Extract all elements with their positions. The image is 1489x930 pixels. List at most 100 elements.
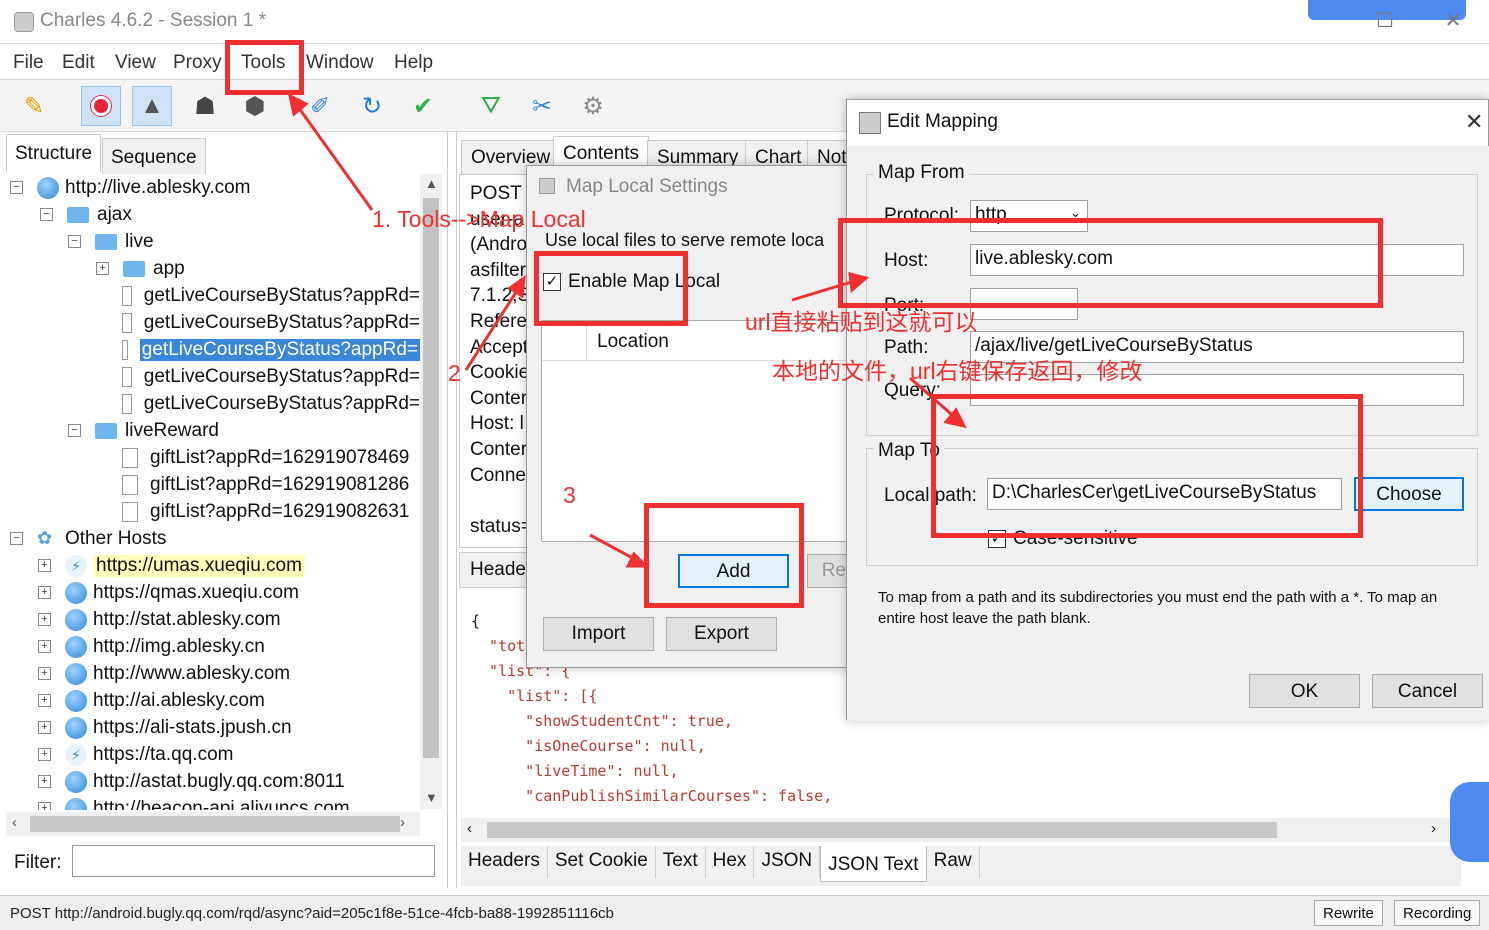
tree-row[interactable]: + app bbox=[10, 255, 420, 282]
tree-row[interactable]: − http://live.ablesky.com bbox=[10, 174, 420, 201]
menu-file[interactable]: File bbox=[13, 52, 44, 74]
scroll-left-icon[interactable]: ‹ bbox=[467, 820, 472, 837]
tree-row[interactable]: − ajax bbox=[10, 201, 420, 228]
tab-sequence[interactable]: Sequence bbox=[102, 138, 206, 174]
scroll-thumb[interactable] bbox=[30, 816, 400, 832]
close-icon[interactable]: ✕ bbox=[1465, 109, 1483, 135]
tree-row[interactable]: + https://ali-stats.jpush.cn bbox=[10, 714, 420, 741]
tree-row[interactable]: giftList?appRd=162919078469 bbox=[10, 444, 420, 471]
tab-hex[interactable]: Hex bbox=[706, 846, 755, 878]
tree-row-selected[interactable]: getLiveCourseByStatus?appRd= bbox=[10, 336, 420, 363]
map-local-description: Use local files to serve remote loca bbox=[545, 230, 825, 250]
tree-row[interactable]: giftList?appRd=162919081286 bbox=[10, 471, 420, 498]
scroll-right-icon[interactable]: › bbox=[1431, 820, 1436, 837]
expand-icon[interactable]: + bbox=[38, 613, 51, 626]
collapse-icon[interactable]: − bbox=[68, 235, 81, 248]
rewrite-button[interactable]: Rewrite bbox=[1314, 900, 1383, 926]
tab-json[interactable]: JSON bbox=[754, 846, 821, 878]
refresh-icon[interactable]: ↻ bbox=[352, 86, 392, 126]
tree-row[interactable]: − ✿ Other Hosts bbox=[10, 525, 420, 552]
tree-vertical-scrollbar[interactable]: ▲ ▼ bbox=[420, 174, 442, 809]
tab-set-cookie[interactable]: Set Cookie bbox=[548, 846, 656, 878]
scroll-left-icon[interactable]: ‹ bbox=[12, 814, 17, 831]
folder-icon bbox=[95, 422, 117, 439]
maximize-icon[interactable]: ☐ bbox=[1370, 8, 1400, 34]
tree-row[interactable]: + http://www.ablesky.com bbox=[10, 660, 420, 687]
scroll-right-icon[interactable]: › bbox=[400, 814, 405, 831]
settings-icon[interactable]: ⚙ bbox=[573, 86, 613, 126]
scroll-up-icon[interactable]: ▲ bbox=[425, 176, 438, 191]
expand-icon[interactable]: + bbox=[38, 748, 51, 761]
pen-icon[interactable]: ✐ bbox=[300, 86, 340, 126]
globe-icon bbox=[65, 797, 87, 810]
check-icon[interactable]: ✔ bbox=[403, 86, 443, 126]
filter-input[interactable] bbox=[72, 845, 435, 877]
tree-row[interactable]: + https://qmas.xueqiu.com bbox=[10, 579, 420, 606]
scroll-thumb[interactable] bbox=[423, 198, 439, 758]
tree-label: app bbox=[153, 257, 185, 279]
cancel-button[interactable]: Cancel bbox=[1372, 674, 1483, 708]
tree-row[interactable]: giftList?appRd=162919082631 bbox=[10, 498, 420, 525]
expand-icon[interactable]: + bbox=[38, 559, 51, 572]
expand-icon[interactable]: + bbox=[38, 640, 51, 653]
floating-assistant-icon[interactable] bbox=[1450, 782, 1489, 862]
tab-structure[interactable]: Structure bbox=[6, 134, 102, 172]
tree-row[interactable]: + ⚡ https://ta.qq.com bbox=[10, 741, 420, 768]
scroll-down-icon[interactable]: ▼ bbox=[425, 790, 438, 805]
expand-icon[interactable]: + bbox=[38, 586, 51, 599]
import-button[interactable]: Import bbox=[543, 617, 654, 651]
tools-icon[interactable]: ✂ bbox=[522, 86, 562, 126]
expand-icon[interactable]: + bbox=[38, 667, 51, 680]
menu-window[interactable]: Window bbox=[306, 52, 374, 74]
expand-icon[interactable]: + bbox=[38, 802, 51, 810]
collapse-icon[interactable]: − bbox=[40, 208, 53, 221]
column-location[interactable]: Location bbox=[597, 331, 669, 353]
export-button[interactable]: Export bbox=[666, 617, 777, 651]
tree-row[interactable]: + http://ai.ablesky.com bbox=[10, 687, 420, 714]
tree-row[interactable]: + http://img.ablesky.cn bbox=[10, 633, 420, 660]
expand-icon[interactable]: + bbox=[38, 694, 51, 707]
status-bar: POST http://android.bugly.qq.com/rqd/asy… bbox=[0, 895, 1489, 930]
collapse-icon[interactable]: − bbox=[10, 532, 23, 545]
annotation-step3: 3 bbox=[563, 482, 576, 508]
tree-horizontal-scrollbar[interactable]: ‹ › bbox=[6, 812, 420, 836]
highlight-local-path bbox=[931, 394, 1363, 538]
json-horizontal-scrollbar[interactable]: ‹ › bbox=[461, 818, 1451, 842]
menu-view[interactable]: View bbox=[115, 52, 156, 74]
collapse-icon[interactable]: − bbox=[68, 424, 81, 437]
menu-help[interactable]: Help bbox=[394, 52, 433, 74]
choose-button[interactable]: Choose bbox=[1354, 477, 1464, 511]
expand-icon[interactable]: + bbox=[38, 775, 51, 788]
response-tabs: Headers Set Cookie Text Hex JSON JSON Te… bbox=[461, 846, 1461, 886]
recording-button[interactable]: Recording bbox=[1394, 900, 1481, 926]
tree-row[interactable]: getLiveCourseByStatus?appRd= bbox=[10, 309, 420, 336]
tree-row[interactable]: − live bbox=[10, 228, 420, 255]
expand-icon[interactable]: + bbox=[96, 262, 109, 275]
title-bar: Charles 4.6.2 - Session 1 * ☐ ✕ bbox=[0, 0, 1489, 44]
collapse-icon[interactable]: − bbox=[10, 181, 23, 194]
tree-row[interactable]: − liveReward bbox=[10, 417, 420, 444]
tab-json-text[interactable]: JSON Text bbox=[820, 846, 927, 882]
tree-row[interactable]: getLiveCourseByStatus?appRd= bbox=[10, 363, 420, 390]
expand-icon[interactable]: + bbox=[38, 721, 51, 734]
tab-raw[interactable]: Raw bbox=[927, 846, 980, 878]
record-icon[interactable] bbox=[81, 86, 121, 126]
close-icon[interactable]: ✕ bbox=[1438, 8, 1468, 34]
turtle-icon[interactable]: ☗ bbox=[185, 86, 225, 126]
tree-row[interactable]: + ⚡ https://umas.xueqiu.com bbox=[10, 552, 420, 579]
tree-row[interactable]: getLiveCourseByStatus?appRd= bbox=[10, 390, 420, 417]
tree-row[interactable]: + http://astat.bugly.qq.com:8011 bbox=[10, 768, 420, 795]
tab-headers[interactable]: Headers bbox=[461, 846, 548, 878]
throttle-icon[interactable]: ▲ bbox=[132, 86, 172, 126]
column-divider bbox=[586, 321, 587, 361]
tree-row[interactable]: + http://stat.ablesky.com bbox=[10, 606, 420, 633]
ok-button[interactable]: OK bbox=[1249, 674, 1360, 708]
tree-row[interactable]: + http://beacon-api.aliyuncs.com bbox=[10, 795, 420, 810]
broom-icon[interactable]: ✎ bbox=[14, 86, 54, 126]
tree-row[interactable]: getLiveCourseByStatus?appRd= bbox=[10, 282, 420, 309]
tab-text[interactable]: Text bbox=[656, 846, 706, 878]
menu-edit[interactable]: Edit bbox=[62, 52, 95, 74]
basket-icon[interactable]: ⛛ bbox=[471, 86, 511, 126]
scroll-thumb[interactable] bbox=[487, 822, 1277, 838]
menu-proxy[interactable]: Proxy bbox=[173, 52, 222, 74]
